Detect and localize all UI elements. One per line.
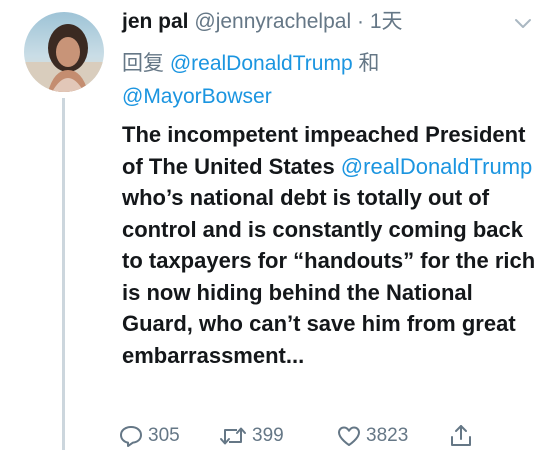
retweet-count: 399: [252, 425, 284, 446]
avatar[interactable]: [24, 12, 104, 92]
reply-conjunction: 和: [358, 52, 380, 75]
like-count: 3823: [366, 425, 409, 446]
share-button[interactable]: [448, 421, 474, 451]
tweet-header: jen pal @jennyrachelpal · 1天: [122, 8, 403, 36]
tweet-mention[interactable]: @realDonaldTrump: [341, 154, 532, 179]
reply-button[interactable]: 305: [118, 421, 180, 451]
replying-to: 回复 @realDonaldTrump 和 @MayorBowser: [122, 47, 532, 113]
reply-prefix: 回复: [122, 52, 164, 75]
timestamp[interactable]: 1天: [370, 10, 403, 33]
reply-icon: [118, 424, 144, 448]
tweet-text-part2: who’s national debt is totally out of co…: [122, 185, 536, 368]
reply-count: 305: [148, 425, 180, 446]
share-icon: [448, 423, 474, 449]
reply-mention-trump[interactable]: @realDonaldTrump: [170, 52, 353, 75]
thread-line: [62, 98, 65, 450]
chevron-down-icon[interactable]: [513, 17, 533, 31]
display-name[interactable]: jen pal: [122, 10, 189, 33]
separator-dot: ·: [356, 10, 364, 33]
retweet-icon: [218, 424, 248, 448]
heart-icon: [336, 424, 362, 448]
tweet-text: The incompetent impeached President of T…: [122, 119, 542, 371]
action-bar: 305 399 3823: [118, 421, 498, 451]
user-handle[interactable]: @jennyrachelpal: [194, 10, 351, 33]
tweet: jen pal @jennyrachelpal · 1天 回复 @realDon…: [0, 0, 550, 452]
like-button[interactable]: 3823: [336, 421, 408, 451]
avatar-photo: [24, 12, 104, 92]
reply-mention-bowser[interactable]: @MayorBowser: [122, 85, 272, 108]
retweet-button[interactable]: 399: [218, 421, 284, 451]
